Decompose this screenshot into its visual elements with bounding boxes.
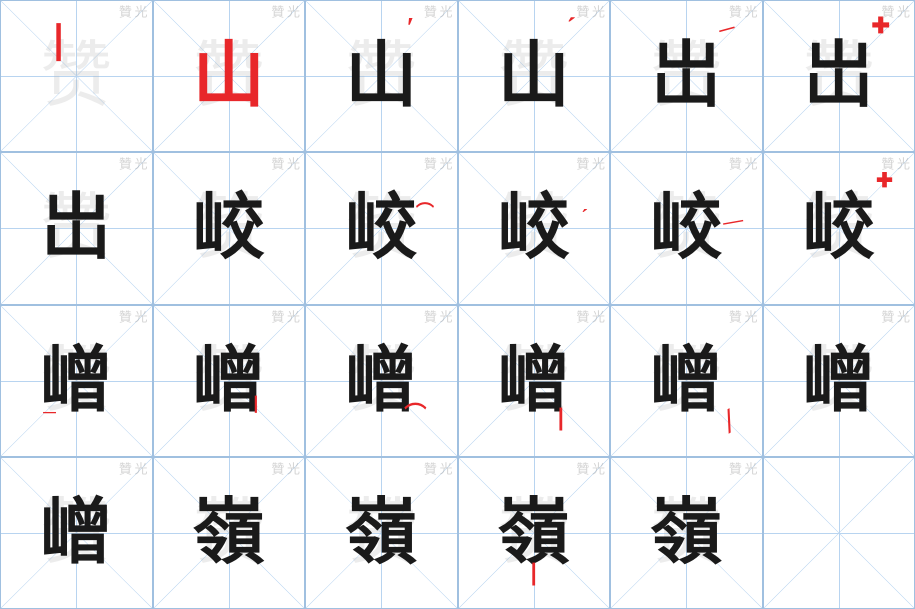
red-accent: ╱: [719, 409, 739, 433]
cell-16: 赞 嶒 丨 光贊: [458, 305, 611, 457]
stroke-char: 山: [345, 40, 417, 112]
stroke-char: 嶺: [650, 497, 722, 569]
cell-24: [763, 457, 915, 609]
red-accent: ✚: [876, 168, 893, 193]
cell-17: 赞 嶒 ╱ 光贊: [610, 305, 763, 457]
stroke-char: 嶺: [193, 497, 265, 569]
stroke-char: 岀: [650, 40, 722, 112]
corner-label: 光贊: [116, 157, 147, 170]
corner-label: 光贊: [269, 462, 300, 475]
cell-13: 赞 嶒 ─ 光贊: [0, 305, 153, 457]
corner-label: 光贊: [421, 157, 452, 170]
cell-15: 赞 嶒 ⌒ 光贊: [305, 305, 458, 457]
cell-6: 赞 岀 ✚ 光贊: [763, 0, 915, 152]
cell-4: 赞 山 ˊ 光贊: [458, 0, 611, 152]
stroke-char: 山: [498, 40, 570, 112]
stroke-char: 嶒: [803, 345, 875, 417]
corner-label: 光贊: [421, 310, 452, 323]
corner-label: 光贊: [269, 5, 300, 18]
stroke-char: 嶒: [40, 497, 112, 569]
corner-label: 光贊: [879, 310, 910, 323]
corner-label: 光贊: [726, 157, 757, 170]
cell-2: 赞 山 光贊: [153, 0, 306, 152]
stroke-char: 峧: [498, 192, 570, 264]
stroke-char: 岀: [40, 192, 112, 264]
red-accent: ⌒: [404, 397, 426, 429]
cell-8: 赞 峧 光贊: [153, 152, 306, 304]
corner-label: 光贊: [574, 5, 605, 18]
red-accent: ⌒: [416, 198, 434, 224]
red-accent: ˊ: [581, 206, 588, 229]
corner-label: 光贊: [574, 157, 605, 170]
red-accent: 丨: [549, 400, 573, 435]
red-accent: ′: [407, 13, 415, 45]
corner-label: 光贊: [879, 5, 910, 18]
corner-label: 光贊: [421, 5, 452, 18]
stroke-char: 丨: [39, 24, 79, 64]
corner-label: 光贊: [879, 157, 910, 170]
stroke-char: 峧: [193, 192, 265, 264]
cell-14: 赞 嶒 丨 光贊: [153, 305, 306, 457]
cell-20: 赞 嶺 光贊: [153, 457, 306, 609]
corner-label: 光贊: [421, 462, 452, 475]
corner-label: 光贊: [116, 5, 147, 18]
cell-11: 赞 峧 — 光贊: [610, 152, 763, 304]
stroke-order-grid: 赞 丨 光贊 赞 山 光贊 赞 山 ′ 光贊 赞 山 ˊ 光贊: [0, 0, 915, 609]
cell-19: 赞 嶒 光贊: [0, 457, 153, 609]
cell-9: 赞 峧 ⌒ 光贊: [305, 152, 458, 304]
stroke-char: 嶒: [650, 345, 722, 417]
cell-12: 赞 峧 ✚ 光贊: [763, 152, 915, 304]
cell-5: 赞 岀 ─ 光贊: [610, 0, 763, 152]
red-accent: 丨: [522, 555, 546, 590]
cell-10: 赞 峧 ˊ 光贊: [458, 152, 611, 304]
cell-23: 赞 嶺 光贊: [610, 457, 763, 609]
stroke-char: 山: [193, 40, 265, 112]
corner-label: 光贊: [116, 310, 147, 323]
stroke-char: 峧: [803, 192, 875, 264]
cell-7: 赞 岀 光贊: [0, 152, 153, 304]
cell-21: 赞 嶺 光贊: [305, 457, 458, 609]
red-accent: —: [722, 209, 746, 235]
corner-label: 光贊: [574, 462, 605, 475]
corner-label: 光贊: [269, 157, 300, 170]
corner-label: 光贊: [726, 5, 757, 18]
corner-label: 光贊: [726, 462, 757, 475]
corner-label: 光贊: [574, 310, 605, 323]
red-accent: 丨: [247, 391, 265, 417]
corner-label: 光贊: [116, 462, 147, 475]
stroke-char: 峧: [345, 192, 417, 264]
cell-1: 赞 丨 光贊: [0, 0, 153, 152]
red-accent: ─: [43, 402, 56, 423]
cell-18: 赞 嶒 光贊: [763, 305, 915, 457]
corner-label: 光贊: [726, 310, 757, 323]
corner-label: 光贊: [269, 310, 300, 323]
cell-22: 赞 嶺 丨 光贊: [458, 457, 611, 609]
stroke-char: 嶺: [345, 497, 417, 569]
stroke-char: 峧: [650, 192, 722, 264]
cell-3: 赞 山 ′ 光贊: [305, 0, 458, 152]
stroke-char: 岀: [803, 40, 875, 112]
